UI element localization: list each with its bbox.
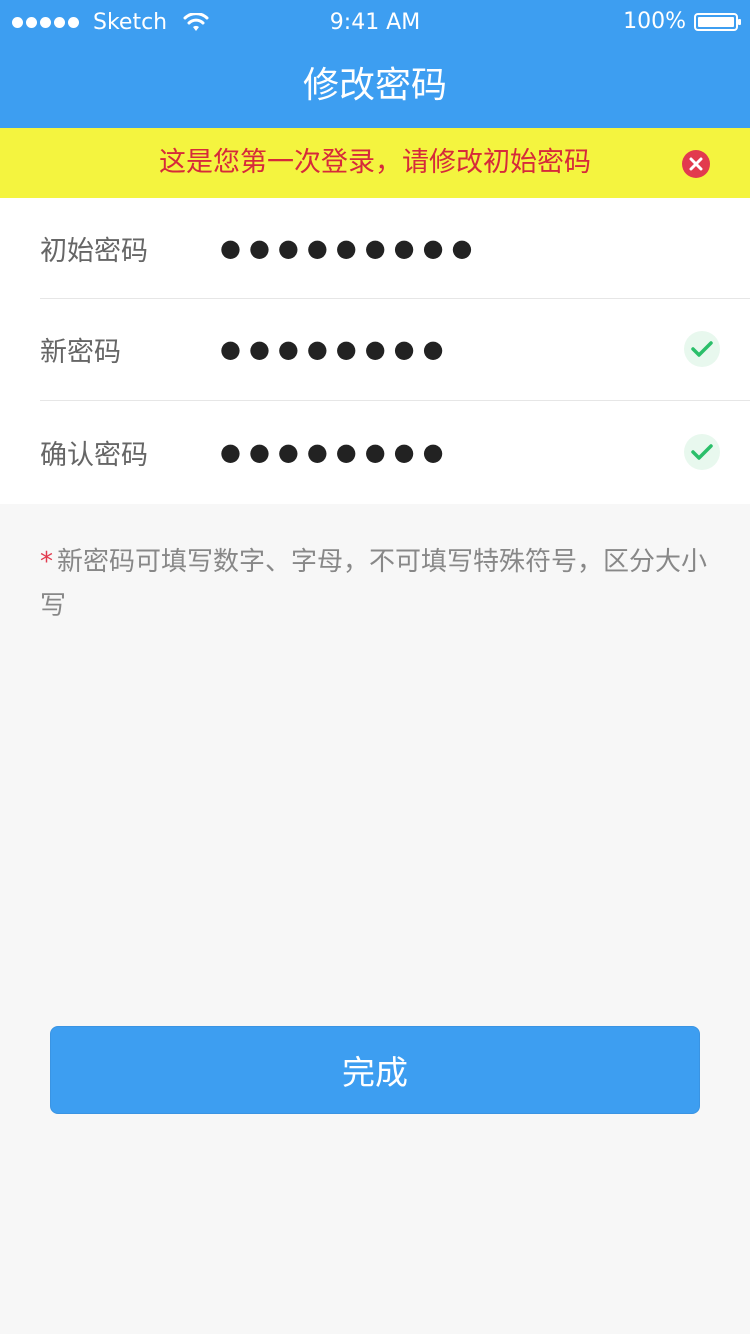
new-password-row[interactable]: 新密码 ●●●●●●●● [40,298,750,401]
page-title: 修改密码 [302,65,447,106]
battery-icon [694,12,741,31]
check-icon [684,434,720,470]
confirm-password-label: 确认密码 [40,439,148,471]
battery-percentage: 100% [623,9,686,34]
status-right: 100% [623,9,741,34]
first-login-alert: 这是您第一次登录，请修改初始密码 [0,128,750,198]
close-icon[interactable] [682,150,710,178]
required-star: * [40,547,53,577]
alert-message: 这是您第一次登录，请修改初始密码 [159,147,591,178]
initial-password-field[interactable]: ●●●●●●●●● [220,234,750,262]
new-password-label: 新密码 [40,336,121,368]
done-button[interactable]: 完成 [50,1026,700,1114]
new-password-field[interactable]: ●●●●●●●● [220,335,684,363]
password-form: 初始密码 ●●●●●●●●● 新密码 ●●●●●●●● 确认密码 ●●●●●●●… [0,198,750,504]
hint-text: 新密码可填写数字、字母，不可填写特殊符号，区分大小写 [40,547,708,621]
initial-password-row[interactable]: 初始密码 ●●●●●●●●● [40,198,750,299]
confirm-password-row[interactable]: 确认密码 ●●●●●●●● [40,400,750,504]
password-hint: * 新密码可填写数字、字母，不可填写特殊符号，区分大小写 [40,540,710,628]
header: Sketch 9:41 AM 100% 修改密码 [0,0,750,128]
check-icon [684,331,720,367]
status-bar: Sketch 9:41 AM 100% [0,0,750,44]
initial-password-label: 初始密码 [40,235,148,267]
confirm-password-field[interactable]: ●●●●●●●● [220,438,684,466]
